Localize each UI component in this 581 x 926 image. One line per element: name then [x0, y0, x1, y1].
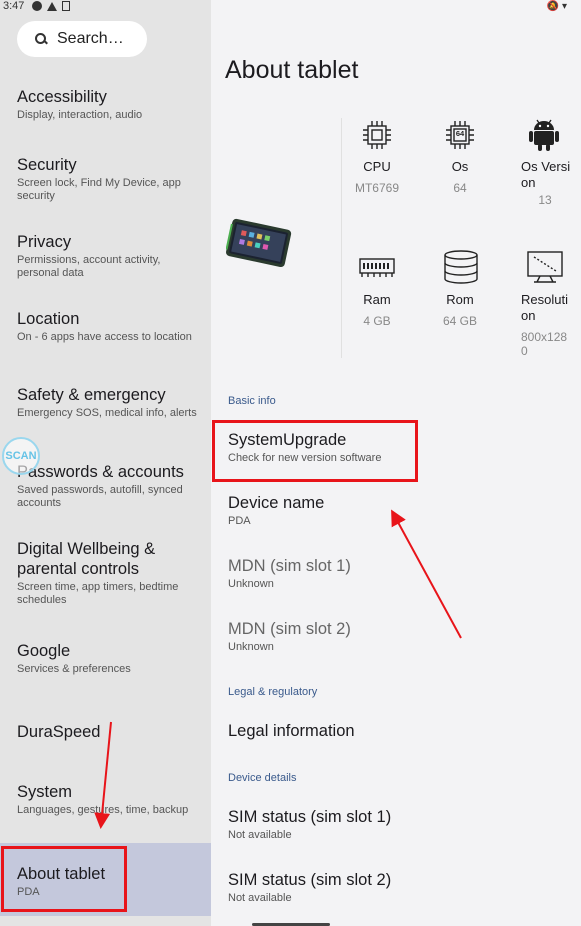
- search-icon: [35, 33, 47, 45]
- storage-icon: [444, 250, 478, 284]
- cpu-icon: [363, 121, 391, 149]
- sidebar-item-subtitle: Screen time, app timers, bedtime schedul…: [17, 581, 179, 606]
- tablet-device-image: [226, 218, 292, 268]
- sidebar-item-subtitle: Languages, gestures, time, backup: [17, 804, 189, 816]
- sidebar-item-subtitle: Permissions, account activity, personal …: [17, 254, 161, 279]
- spec-label: Resolution: [521, 292, 568, 323]
- spec-label: Os Version: [521, 159, 571, 190]
- section-legal: Legal & regulatory: [228, 686, 318, 698]
- legal-information-row[interactable]: Legal information: [228, 721, 568, 741]
- sidebar-item-security[interactable]: Security Screen lock, Find My Device, ap…: [17, 155, 202, 203]
- spec-label: CPU: [363, 159, 391, 174]
- row-title: Legal information: [228, 722, 355, 740]
- sidebar-item-system[interactable]: System Languages, gestures, time, backup: [17, 782, 202, 817]
- row-subtitle: Not available: [228, 829, 292, 841]
- status-notification-icons: [32, 1, 70, 11]
- warning-icon: [47, 1, 57, 11]
- notification-dot-icon: [32, 1, 42, 11]
- spec-value: 64 GB: [442, 314, 478, 328]
- sidebar-item-privacy[interactable]: Privacy Permissions, account activity, p…: [17, 232, 202, 280]
- scan-floating-button[interactable]: SCAN: [2, 437, 40, 475]
- spec-value: MT6769: [354, 181, 400, 195]
- sidebar-item-subtitle: Display, interaction, audio: [17, 109, 143, 121]
- spec-value: 64: [453, 181, 467, 195]
- mdn-slot2-row[interactable]: MDN (sim slot 2) Unknown: [228, 619, 568, 654]
- sidebar-item-subtitle: Screen lock, Find My Device, app securit…: [17, 177, 181, 202]
- sidebar-item-accessibility[interactable]: Accessibility Display, interaction, audi…: [17, 87, 202, 122]
- spec-label: Ram: [363, 292, 391, 307]
- page-title: About tablet: [225, 56, 359, 84]
- sidebar-item-title: Safety & emergency: [17, 386, 166, 404]
- sidebar-item-title: Accessibility: [17, 88, 107, 106]
- sim-icon: [62, 1, 70, 11]
- sidebar-item-passwords[interactable]: Passwords & accounts Saved passwords, au…: [17, 462, 202, 510]
- mute-icon: 🔕: [546, 1, 559, 12]
- sidebar-item-subtitle: Emergency SOS, medical info, alerts: [17, 407, 197, 419]
- sidebar-item-title: Digital Wellbeing & parental controls: [17, 540, 156, 578]
- sidebar-item-google[interactable]: Google Services & preferences: [17, 641, 202, 676]
- spec-label: Rom: [446, 292, 474, 307]
- spec-rom: Rom 64 GB: [430, 292, 490, 328]
- row-subtitle: Not available: [228, 892, 292, 904]
- spec-os-version: Os Version 13: [521, 159, 573, 207]
- mdn-slot1-row[interactable]: MDN (sim slot 1) Unknown: [228, 556, 568, 591]
- highlight-box-about-tablet: [1, 846, 127, 912]
- highlight-box-system-upgrade: [212, 420, 418, 482]
- android-icon: [529, 119, 559, 151]
- sidebar-item-title: Google: [17, 642, 71, 660]
- row-subtitle: PDA: [228, 515, 251, 527]
- resolution-icon: [527, 251, 563, 283]
- sidebar-item-subtitle: Services & preferences: [17, 663, 131, 675]
- ram-icon: [359, 258, 395, 277]
- sidebar-item-digital-wellbeing[interactable]: Digital Wellbeing & parental controls Sc…: [17, 539, 202, 607]
- sidebar-item-title: Passwords & accounts: [17, 463, 184, 481]
- sidebar-item-title: Privacy: [17, 233, 72, 251]
- status-bar: 3:47 🔕 ▾: [0, 0, 581, 14]
- row-title: Device name: [228, 494, 325, 512]
- spec-cpu: CPU MT6769: [347, 159, 407, 195]
- sidebar-item-subtitle: On - 6 apps have access to location: [17, 331, 192, 343]
- search-placeholder: Search…: [57, 30, 124, 47]
- spec-value: 800x1280: [521, 330, 568, 358]
- row-title: MDN (sim slot 2): [228, 620, 351, 638]
- sidebar-item-location[interactable]: Location On - 6 apps have access to loca…: [17, 309, 202, 344]
- spec-os: Os 64: [430, 159, 490, 195]
- spec-resolution: Resolution 800x1280: [521, 292, 571, 358]
- sidebar-item-title: DuraSpeed: [17, 723, 101, 741]
- search-bar[interactable]: Search…: [17, 21, 147, 57]
- row-title: SIM status (sim slot 2): [228, 871, 392, 889]
- status-time: 3:47: [3, 0, 25, 12]
- sidebar-item-subtitle: Saved passwords, autofill, synced accoun…: [17, 484, 183, 509]
- sim-status-slot2-row[interactable]: SIM status (sim slot 2) Not available: [228, 870, 568, 905]
- row-subtitle: Unknown: [228, 578, 274, 590]
- row-title: MDN (sim slot 1): [228, 557, 351, 575]
- status-system-icons: 🔕 ▾: [547, 1, 567, 12]
- section-device-details: Device details: [228, 772, 297, 784]
- sidebar-item-title: Security: [17, 156, 77, 174]
- sim-status-slot1-row[interactable]: SIM status (sim slot 1) Not available: [228, 807, 568, 842]
- wifi-icon: ▾: [561, 1, 567, 12]
- spec-label: Os: [451, 159, 469, 174]
- spec-value: 13: [538, 193, 552, 207]
- device-name-row[interactable]: Device name PDA: [228, 493, 568, 528]
- os-chip-label: 64: [455, 129, 465, 138]
- sidebar-item-safety[interactable]: Safety & emergency Emergency SOS, medica…: [17, 385, 202, 420]
- spec-divider: [341, 118, 342, 358]
- sidebar-item-title: System: [17, 783, 73, 801]
- section-basic-info: Basic info: [228, 395, 276, 407]
- spec-ram: Ram 4 GB: [347, 292, 407, 328]
- row-title: SIM status (sim slot 1): [228, 808, 392, 826]
- sidebar-item-title: Location: [17, 310, 80, 328]
- row-subtitle: Unknown: [228, 641, 274, 653]
- sidebar-item-duraspeed[interactable]: DuraSpeed: [17, 722, 202, 742]
- spec-value: 4 GB: [363, 314, 391, 328]
